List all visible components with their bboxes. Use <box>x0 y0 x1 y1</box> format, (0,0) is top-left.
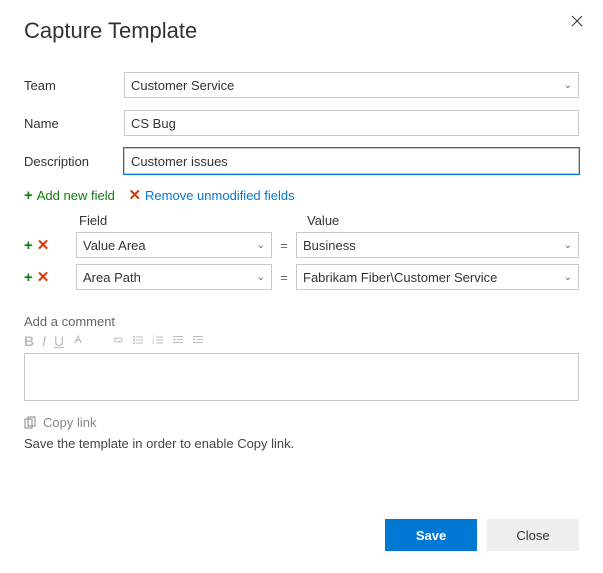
remove-row-icon[interactable]: ✕ <box>37 238 50 253</box>
equals-label: = <box>278 238 290 253</box>
field-name-select[interactable]: Area Path ⌄ <box>76 264 272 290</box>
copy-icon <box>24 416 37 429</box>
rich-text-toolbar: B I U 123 <box>24 329 579 353</box>
copy-link-hint: Save the template in order to enable Cop… <box>24 436 579 451</box>
chevron-down-icon: ⌄ <box>564 240 572 251</box>
x-icon: ✕ <box>128 188 141 203</box>
description-row: Description <box>24 148 579 174</box>
remove-unmodified-label: Remove unmodified fields <box>145 188 295 203</box>
italic-icon[interactable]: I <box>42 333 46 349</box>
field-column-header: Field <box>79 213 275 228</box>
plus-icon: + <box>24 188 33 203</box>
name-label: Name <box>24 116 124 131</box>
save-button[interactable]: Save <box>385 519 477 551</box>
chevron-down-icon: ⌄ <box>564 80 572 91</box>
bullet-list-icon[interactable] <box>132 333 144 349</box>
underline-icon[interactable]: U <box>54 333 64 349</box>
chevron-down-icon: ⌄ <box>257 240 265 251</box>
link-icon[interactable] <box>112 333 124 349</box>
add-field-label: Add new field <box>37 188 115 203</box>
close-icon[interactable] <box>571 14 583 32</box>
field-value-value: Fabrikam Fiber\Customer Service <box>303 270 497 285</box>
team-select-value: Customer Service <box>131 78 234 93</box>
team-select[interactable]: Customer Service ⌄ <box>124 72 579 98</box>
comment-label: Add a comment <box>24 314 579 329</box>
field-headers: Field Value <box>79 213 579 228</box>
svg-text:3: 3 <box>152 340 155 345</box>
description-label: Description <box>24 154 124 169</box>
copy-link-label: Copy link <box>43 415 96 430</box>
remove-unmodified-button[interactable]: ✕ Remove unmodified fields <box>128 188 294 203</box>
bold-icon[interactable]: B <box>24 333 34 349</box>
team-label: Team <box>24 78 124 93</box>
dialog-footer: Save Close <box>385 519 579 551</box>
name-input[interactable] <box>124 110 579 136</box>
indent-icon[interactable] <box>192 333 204 349</box>
field-row: + ✕ Area Path ⌄ = Fabrikam Fiber\Custome… <box>24 264 579 290</box>
field-name-value: Value Area <box>83 238 146 253</box>
field-value-select[interactable]: Business ⌄ <box>296 232 579 258</box>
comment-textarea[interactable] <box>24 353 579 401</box>
chevron-down-icon: ⌄ <box>564 272 572 283</box>
capture-template-dialog: Capture Template Team Customer Service ⌄… <box>0 0 603 573</box>
number-list-icon[interactable]: 123 <box>152 333 164 349</box>
chevron-down-icon: ⌄ <box>257 272 265 283</box>
close-button[interactable]: Close <box>487 519 579 551</box>
dialog-title: Capture Template <box>24 18 579 44</box>
copy-link-button: Copy link <box>24 415 96 430</box>
field-value-select[interactable]: Fabrikam Fiber\Customer Service ⌄ <box>296 264 579 290</box>
field-name-value: Area Path <box>83 270 141 285</box>
field-actions-row: + Add new field ✕ Remove unmodified fiel… <box>24 188 579 203</box>
font-color-icon[interactable] <box>72 333 84 349</box>
field-name-select[interactable]: Value Area ⌄ <box>76 232 272 258</box>
name-row: Name <box>24 110 579 136</box>
equals-label: = <box>278 270 290 285</box>
clear-format-icon[interactable] <box>92 333 104 349</box>
description-input[interactable] <box>124 148 579 174</box>
outdent-icon[interactable] <box>172 333 184 349</box>
add-row-icon[interactable]: + <box>24 270 33 285</box>
add-field-button[interactable]: + Add new field <box>24 188 115 203</box>
value-column-header: Value <box>307 213 579 228</box>
field-row: + ✕ Value Area ⌄ = Business ⌄ <box>24 232 579 258</box>
remove-row-icon[interactable]: ✕ <box>37 270 50 285</box>
field-value-value: Business <box>303 238 356 253</box>
add-row-icon[interactable]: + <box>24 238 33 253</box>
team-row: Team Customer Service ⌄ <box>24 72 579 98</box>
